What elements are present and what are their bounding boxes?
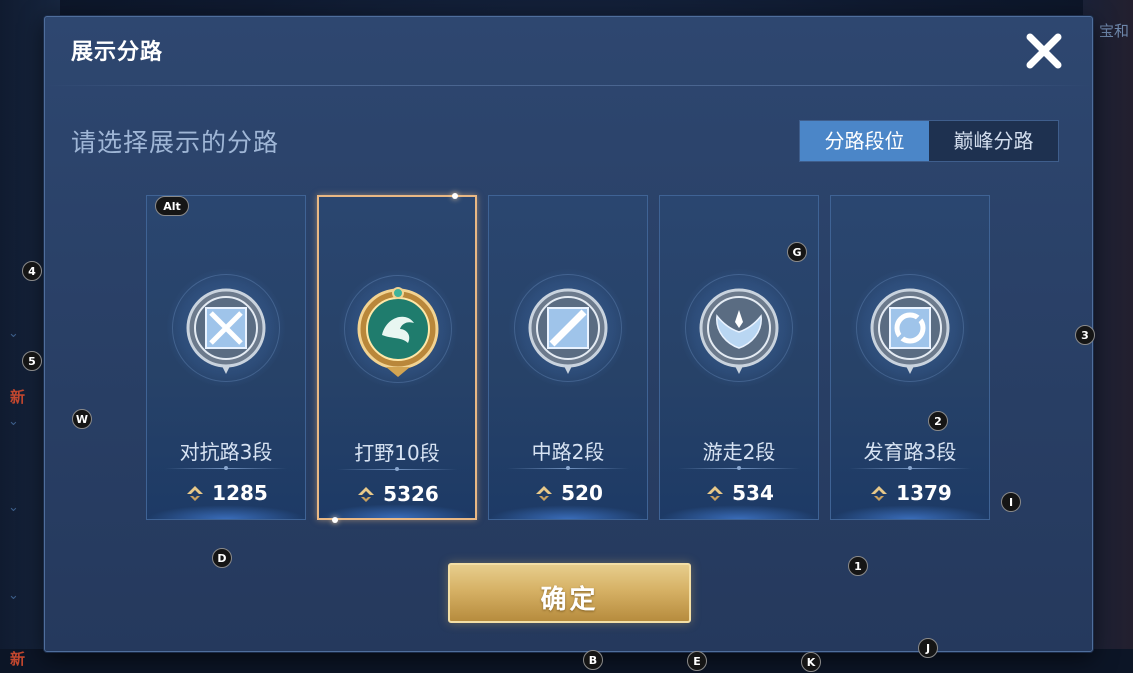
- selection-sparkle: [452, 193, 458, 199]
- lane-score: 520: [489, 481, 647, 505]
- swords-emblem-icon: [186, 288, 266, 374]
- lane-card-mid[interactable]: 中路2段 520: [488, 195, 648, 520]
- card-bottom-glow: [489, 505, 647, 519]
- tab-lane-rank[interactable]: 分路段位: [800, 121, 929, 161]
- power-icon: [871, 486, 888, 501]
- new-badge: 新: [10, 388, 26, 406]
- chevron-down-icon: ⌄: [8, 326, 19, 341]
- card-divider: [165, 466, 287, 470]
- chevron-down-icon: ⌄: [8, 414, 19, 429]
- card-divider: [337, 467, 457, 471]
- lane-score-value: 5326: [383, 482, 439, 506]
- hotkey-badge-5: 5: [22, 351, 42, 371]
- lane-card-jungle[interactable]: 打野10段 5326: [317, 193, 477, 523]
- close-icon: [1026, 33, 1062, 69]
- lane-score: 1379: [831, 481, 989, 505]
- lane-score: 1285: [147, 481, 305, 505]
- lane-rank-label: 游走2段: [702, 440, 776, 464]
- hotkey-badge-alt: Alt: [155, 196, 189, 216]
- lane-rank-label: 中路2段: [531, 440, 605, 464]
- hotkey-badge-g: G: [787, 242, 807, 262]
- lane-card-farm[interactable]: 发育路3段 1379: [830, 195, 990, 520]
- lane-rank-label: 发育路3段: [863, 440, 957, 464]
- card-bottom-glow: [660, 505, 818, 519]
- hotkey-badge-w: W: [72, 409, 92, 429]
- lane-display-dialog: 展示分路 请选择展示的分路 分路段位 巅峰分路 对抗路3段 1285 打野10段…: [44, 16, 1093, 652]
- card-divider: [678, 466, 800, 470]
- tab-peak-lane[interactable]: 巅峰分路: [929, 121, 1058, 161]
- hotkey-badge-b: B: [583, 650, 603, 670]
- lane-rank-label: 打野10段: [354, 441, 440, 465]
- lane-score: 5326: [319, 482, 475, 506]
- lane-card-top[interactable]: 对抗路3段 1285: [146, 195, 306, 520]
- background-bottom-bar: [0, 649, 1133, 673]
- close-button[interactable]: [1018, 25, 1070, 77]
- jade-dragon-emblem-icon: [357, 287, 439, 377]
- staff-emblem-icon: [528, 288, 608, 374]
- hotkey-badge-1: 1: [848, 556, 868, 576]
- card-bottom-glow: [831, 505, 989, 519]
- lane-score: 534: [660, 481, 818, 505]
- confirm-button[interactable]: 确定: [448, 563, 691, 623]
- title-divider: [45, 85, 1092, 86]
- confirm-button-label: 确定: [540, 585, 599, 615]
- wings-emblem-icon: [699, 288, 779, 374]
- background-text-fragment: 宝和: [1098, 22, 1129, 40]
- hotkey-badge-3: 3: [1075, 325, 1095, 345]
- dialog-subtitle: 请选择展示的分路: [71, 128, 280, 157]
- hotkey-badge-d: D: [212, 548, 232, 568]
- hotkey-badge-e: E: [687, 651, 707, 671]
- chevron-down-icon: ⌄: [8, 500, 19, 515]
- card-bottom-glow: [319, 504, 475, 518]
- hotkey-badge-4: 4: [22, 261, 42, 281]
- hotkey-badge-k: K: [801, 652, 821, 672]
- lane-rank-label: 对抗路3段: [179, 440, 273, 464]
- card-bottom-glow: [147, 505, 305, 519]
- tab-bar: 分路段位 巅峰分路: [799, 120, 1059, 162]
- lane-score-value: 520: [561, 481, 603, 505]
- lane-score-value: 1285: [212, 481, 268, 505]
- card-divider: [507, 466, 629, 470]
- card-divider: [849, 466, 971, 470]
- lane-score-value: 534: [732, 481, 774, 505]
- dialog-title: 展示分路: [71, 40, 164, 65]
- power-icon: [187, 486, 204, 501]
- new-badge: 新: [10, 650, 26, 668]
- power-icon: [358, 487, 375, 502]
- power-icon: [707, 486, 724, 501]
- chevron-down-icon: ⌄: [8, 588, 19, 603]
- target-emblem-icon: [870, 288, 950, 374]
- hotkey-badge-j: J: [918, 638, 938, 658]
- hotkey-badge-i: I: [1001, 492, 1021, 512]
- power-icon: [536, 486, 553, 501]
- lane-score-value: 1379: [896, 481, 952, 505]
- hotkey-badge-2: 2: [928, 411, 948, 431]
